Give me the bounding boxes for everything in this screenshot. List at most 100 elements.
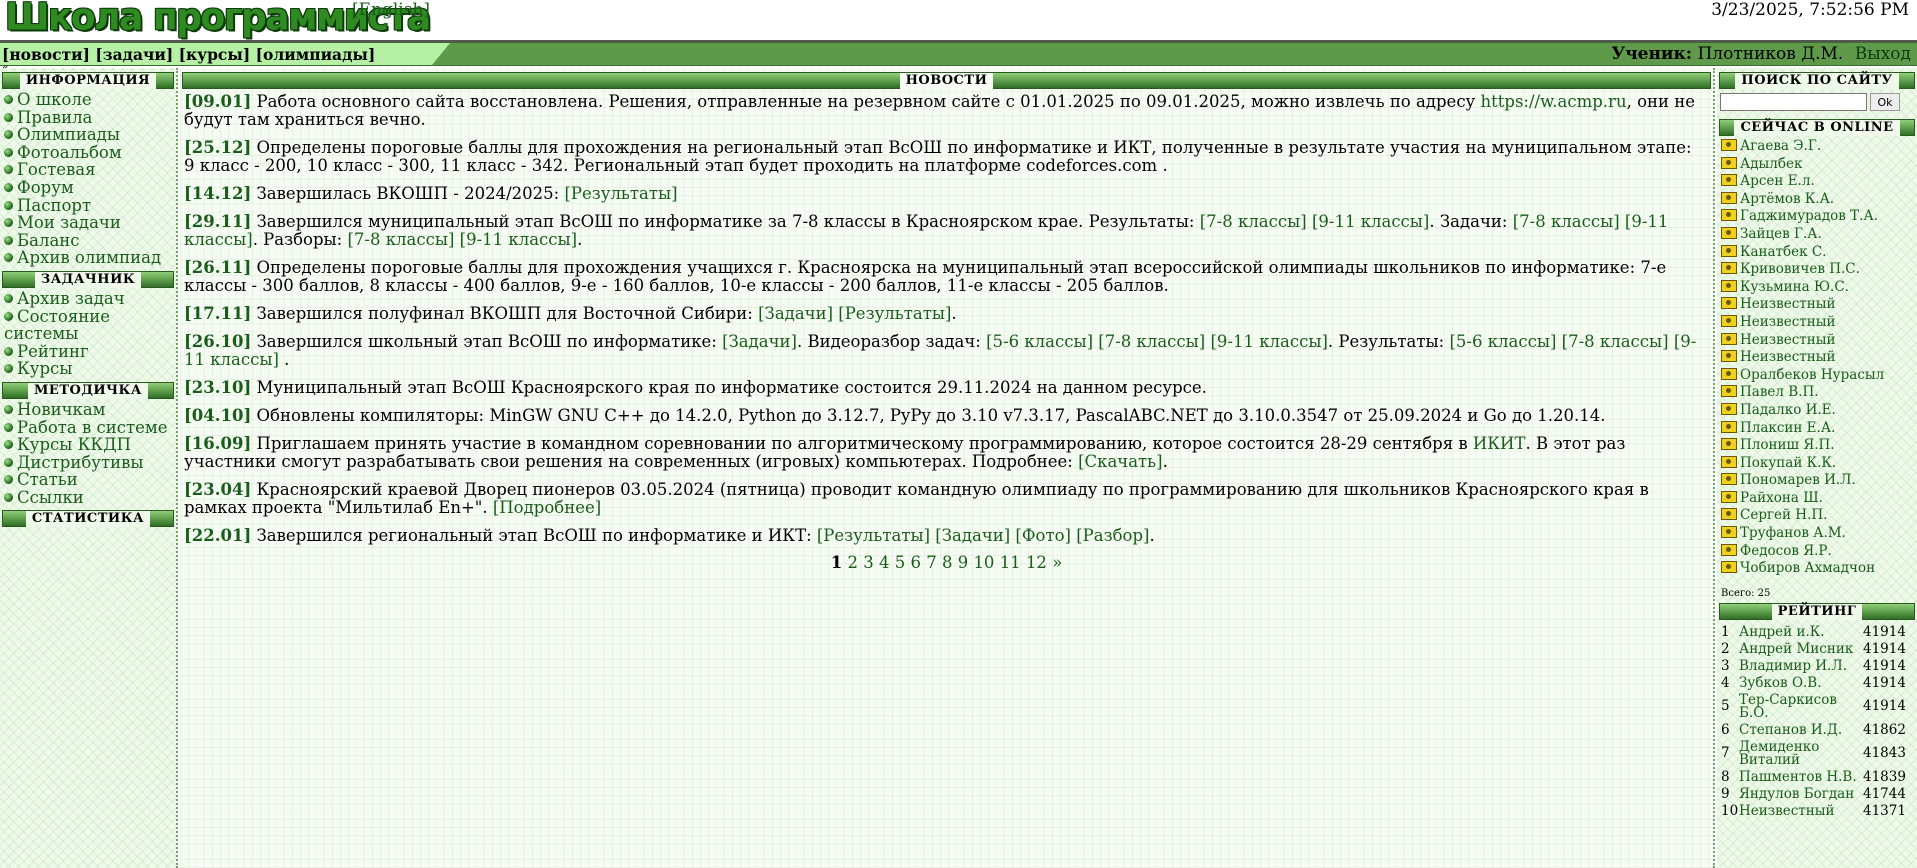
nav-olympiads-link[interactable]: [олимпиады] bbox=[256, 45, 376, 64]
rating-name[interactable]: Степанов И.Д. bbox=[1739, 722, 1863, 739]
online-user-name[interactable]: Неизвестный bbox=[1740, 332, 1835, 348]
online-user-name[interactable]: Плаксин Е.А. bbox=[1740, 420, 1835, 436]
method-menu-item[interactable]: Новичкам bbox=[4, 401, 176, 419]
news-link[interactable]: [9-11 классы] bbox=[460, 230, 577, 249]
news-item: [17.11] Завершился полуфинал ВКОШП для В… bbox=[184, 305, 1705, 323]
news-link[interactable]: [Фото] bbox=[1015, 526, 1071, 545]
online-user-name[interactable]: Пономарев И.Л. bbox=[1740, 472, 1856, 488]
online-user-name[interactable]: Оралбеков Нурасыл bbox=[1740, 367, 1884, 383]
info-menu-item[interactable]: О школе bbox=[4, 91, 176, 109]
info-menu-item[interactable]: Архив олимпиад bbox=[4, 249, 176, 267]
rating-name[interactable]: Неизвестный bbox=[1739, 803, 1863, 820]
page-link[interactable]: 7 bbox=[926, 553, 937, 572]
logout-link[interactable]: Выход bbox=[1855, 44, 1911, 64]
rating-name[interactable]: Пашментов Н.В. bbox=[1739, 769, 1863, 786]
method-menu-item[interactable]: Работа в системе bbox=[4, 418, 176, 437]
method-menu-item[interactable]: Статьи bbox=[4, 471, 176, 489]
online-user-name[interactable]: Плониш Я.П. bbox=[1740, 437, 1835, 453]
rating-name[interactable]: Владимир И.Л. bbox=[1739, 658, 1863, 675]
online-user-name[interactable]: Кузьмина Ю.С. bbox=[1740, 279, 1849, 295]
search-input[interactable] bbox=[1720, 93, 1867, 111]
page-link[interactable]: 12 bbox=[1026, 553, 1047, 572]
news-link[interactable]: [Скачать] bbox=[1078, 452, 1163, 471]
online-user-name[interactable]: Неизвестный bbox=[1740, 296, 1835, 312]
method-menu-item[interactable]: Курсы ККДП bbox=[4, 436, 176, 454]
news-link[interactable]: [7-8 классы] bbox=[347, 230, 454, 249]
news-link[interactable]: [5-6 классы] bbox=[1449, 332, 1556, 351]
search-ok-button[interactable]: Ok bbox=[1870, 93, 1900, 111]
info-menu-item[interactable]: Баланс bbox=[4, 232, 176, 250]
news-link[interactable]: [Задачи] bbox=[722, 332, 797, 351]
news-link[interactable]: [Результаты] bbox=[817, 526, 930, 545]
page-link[interactable]: 10 bbox=[973, 553, 994, 572]
page-link[interactable]: 5 bbox=[895, 553, 906, 572]
online-user-name[interactable]: Артёмов К.А. bbox=[1740, 191, 1834, 207]
online-user-name[interactable]: Неизвестный bbox=[1740, 349, 1835, 365]
online-user-name[interactable]: Адылбек bbox=[1740, 156, 1802, 172]
nav-news-link[interactable]: [новости] bbox=[2, 45, 90, 64]
news-link[interactable]: [7-8 классы] bbox=[1098, 332, 1205, 351]
news-link[interactable]: [7-8 классы] bbox=[1562, 332, 1669, 351]
news-link[interactable]: [9-11 классы] bbox=[1312, 212, 1429, 231]
online-user-name[interactable]: Гаджимурадов Т.А. bbox=[1740, 208, 1878, 224]
news-link[interactable]: ИКИТ bbox=[1473, 434, 1526, 453]
online-user-name[interactable]: Покупай К.К. bbox=[1740, 455, 1836, 471]
tasks-menu-item[interactable]: Рейтинг bbox=[4, 343, 176, 361]
rating-name[interactable]: Андрей Мисник bbox=[1739, 641, 1863, 658]
page-link[interactable]: 4 bbox=[879, 553, 890, 572]
online-user: Зайцев Г.А. bbox=[1717, 226, 1917, 244]
news-link[interactable]: [5-6 классы] bbox=[986, 332, 1093, 351]
nav-courses-link[interactable]: [курсы] bbox=[179, 45, 251, 64]
news-link[interactable]: [Задачи] bbox=[758, 304, 833, 323]
online-user-name[interactable]: Канатбек С. bbox=[1740, 244, 1826, 260]
online-user-name[interactable]: Агаева Э.Г. bbox=[1740, 138, 1821, 154]
page-link[interactable]: 8 bbox=[942, 553, 953, 572]
online-user-name[interactable]: Павел В.П. bbox=[1740, 384, 1819, 400]
page-link[interactable]: 6 bbox=[910, 553, 921, 572]
online-user-name[interactable]: Федосов Я.Р. bbox=[1740, 543, 1832, 559]
news-link[interactable]: [Результаты] bbox=[838, 304, 951, 323]
language-link[interactable]: [English] bbox=[352, 0, 430, 20]
info-menu-item[interactable]: Правила bbox=[4, 108, 176, 127]
news-link[interactable]: [Подробнее] bbox=[493, 498, 601, 517]
online-user-name[interactable]: Зайцев Г.А. bbox=[1740, 226, 1822, 242]
page-link[interactable]: 2 bbox=[847, 553, 858, 572]
rating-name[interactable]: Тер-Саркисов Б.О. bbox=[1739, 692, 1863, 722]
info-menu-item[interactable]: Гостевая bbox=[4, 161, 176, 179]
online-user-name[interactable]: Неизвестный bbox=[1740, 314, 1835, 330]
tasks-menu-item[interactable]: Курсы bbox=[4, 360, 176, 378]
online-user-name[interactable]: Райхона Ш. bbox=[1740, 490, 1823, 506]
page-link[interactable]: 11 bbox=[1000, 553, 1021, 572]
user-card-icon bbox=[1721, 473, 1737, 486]
info-menu-item[interactable]: Фотоальбом bbox=[4, 144, 176, 162]
tasks-menu-item[interactable]: Архив задач bbox=[4, 290, 176, 308]
online-user-name[interactable]: Чобиров Ахмадчон bbox=[1740, 560, 1875, 576]
info-menu-item[interactable]: Олимпиады bbox=[4, 126, 176, 144]
rating-name[interactable]: Яндулов Богдан bbox=[1739, 786, 1863, 803]
online-user-name[interactable]: Падалко И.Е. bbox=[1740, 402, 1836, 418]
info-menu-item[interactable]: Паспорт bbox=[4, 196, 176, 215]
news-link[interactable]: [Разбор] bbox=[1076, 526, 1149, 545]
rating-name[interactable]: Андрей и.К. bbox=[1739, 624, 1863, 641]
rating-name[interactable]: Зубков О.В. bbox=[1739, 675, 1863, 692]
info-menu-item[interactable]: Форум bbox=[4, 179, 176, 197]
nav-tasks-link[interactable]: [задачи] bbox=[95, 45, 173, 64]
rating-name[interactable]: Демиденко Виталий bbox=[1739, 739, 1863, 769]
online-user-name[interactable]: Арсен Е.л. bbox=[1740, 173, 1815, 189]
page-next-link[interactable]: » bbox=[1052, 553, 1062, 572]
online-user-name[interactable]: Труфанов А.М. bbox=[1740, 525, 1846, 541]
method-menu-item[interactable]: Ссылки bbox=[4, 489, 176, 507]
news-link[interactable]: [Задачи] bbox=[935, 526, 1010, 545]
news-link[interactable]: [Результаты] bbox=[564, 184, 677, 203]
method-menu-item[interactable]: Дистрибутивы bbox=[4, 454, 176, 472]
online-user-name[interactable]: Сергей Н.П. bbox=[1740, 507, 1827, 523]
page-link[interactable]: 9 bbox=[958, 553, 969, 572]
page-link[interactable]: 3 bbox=[863, 553, 874, 572]
news-link[interactable]: [9-11 классы] bbox=[1210, 332, 1327, 351]
news-link[interactable]: [7-8 классы] bbox=[1513, 212, 1620, 231]
info-menu-item[interactable]: Мои задачи bbox=[4, 214, 176, 232]
news-link[interactable]: [7-8 классы] bbox=[1200, 212, 1307, 231]
online-user-name[interactable]: Кривовичев П.С. bbox=[1740, 261, 1860, 277]
news-link[interactable]: https://w.acmp.ru bbox=[1481, 92, 1627, 111]
tasks-menu-item[interactable]: Состояние системы bbox=[4, 307, 176, 343]
